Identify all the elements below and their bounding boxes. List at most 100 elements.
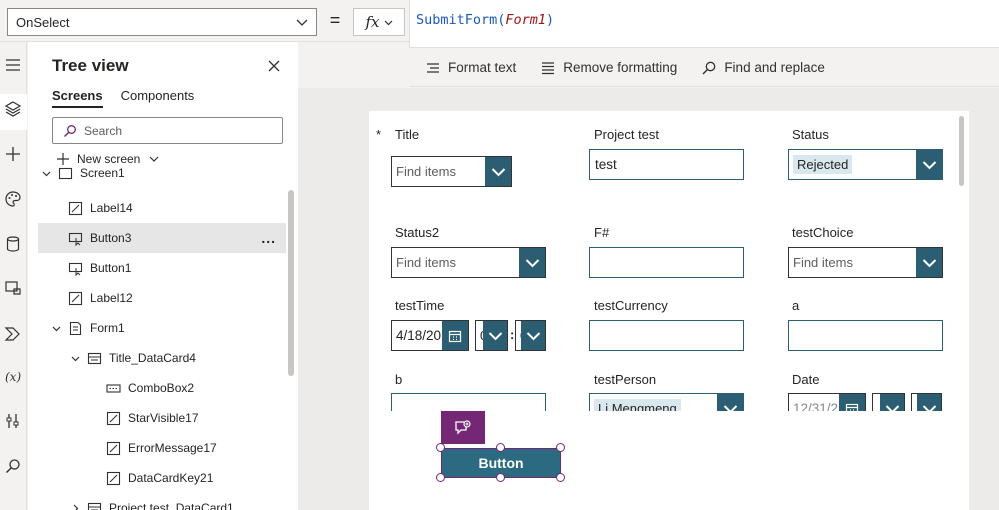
formula-argument: Form1 [505, 12, 547, 28]
calendar-icon [448, 330, 462, 342]
test-time-minute-dropdown[interactable]: 0 [515, 320, 546, 351]
tree-view-panel: Tree view Screens Components Search New … [28, 42, 298, 510]
format-text-icon [427, 62, 439, 73]
status-label: Status [792, 127, 829, 142]
close-icon[interactable] [266, 58, 282, 74]
status-dropdown[interactable]: Rejected [788, 149, 943, 180]
remove-formatting-label: Remove formatting [563, 60, 678, 75]
required-star: * [376, 127, 382, 142]
tree-node-label: Button1 [90, 261, 132, 275]
tools-icon[interactable] [4, 412, 22, 430]
formula-toolbar: Format text Remove formatting Find and r… [409, 49, 999, 87]
media-icon[interactable] [4, 279, 22, 297]
resize-handle-tl[interactable] [436, 443, 445, 452]
fx-icon: fx [365, 13, 380, 31]
panel-title: Tree view [52, 56, 129, 75]
test-choice-placeholder: Find items [793, 255, 853, 270]
status2-combobox[interactable]: Find items [391, 247, 546, 278]
chevron-down-icon [526, 331, 540, 340]
search-icon[interactable] [4, 457, 22, 475]
dropdown-button[interactable] [521, 321, 545, 350]
tree-node-combobox2[interactable]: ComboBox2 [38, 373, 286, 403]
a-input[interactable] [788, 320, 943, 351]
chevron-down-icon [71, 356, 79, 361]
tree-node-label12[interactable]: Label12 [38, 283, 286, 313]
test-time-hour-dropdown[interactable]: 0 [475, 320, 508, 351]
b-label: b [395, 372, 403, 387]
resize-handle-bl[interactable] [436, 473, 445, 482]
tree-node-errormessage17[interactable]: ErrorMessage17 [38, 433, 286, 463]
svg-text:(x): (x) [5, 370, 21, 384]
tree-node-label: Screen1 [80, 166, 125, 180]
canvas-scrollbar[interactable] [959, 116, 964, 186]
tab-components[interactable]: Components [121, 88, 195, 108]
variables-icon[interactable]: (x) [4, 368, 22, 386]
left-rail: (x) [0, 42, 27, 510]
new-screen-label: New screen [77, 152, 141, 166]
layers-icon[interactable] [4, 100, 22, 118]
dropdown-button[interactable] [485, 157, 511, 186]
tree-node-label: Button3 [90, 231, 132, 245]
test-currency-input[interactable] [589, 320, 744, 351]
label-icon [106, 471, 121, 485]
chevron-down-icon [42, 171, 50, 176]
tree-node-button1[interactable]: Button1 [38, 253, 286, 283]
remove-formatting-button[interactable]: Remove formatting [540, 60, 677, 76]
format-text-button[interactable]: Format text [425, 60, 516, 76]
resize-handle-tr[interactable] [556, 443, 565, 452]
new-screen-button[interactable]: New screen [56, 152, 161, 166]
plus-icon[interactable] [4, 145, 22, 163]
property-value: OnSelect [16, 14, 70, 30]
add-comment-button[interactable] [441, 411, 485, 444]
formula-close: ) [546, 12, 555, 28]
power-automate-icon[interactable] [4, 324, 22, 342]
search-icon [702, 61, 716, 74]
f-hash-input[interactable] [589, 247, 744, 278]
tree-node-project-test-datacard1[interactable]: Project test_DataCard1 [38, 493, 286, 510]
fx-button[interactable]: fx [353, 8, 405, 36]
title-placeholder: Find items [396, 164, 456, 179]
format-text-label: Format text [448, 60, 517, 75]
chevron-down-icon [52, 326, 60, 331]
resize-handle-t[interactable] [496, 443, 505, 452]
resize-handle-b[interactable] [496, 473, 505, 482]
dropdown-button[interactable] [916, 150, 942, 179]
tab-screens[interactable]: Screens [52, 88, 103, 108]
title-combobox[interactable]: Find items [391, 156, 512, 187]
tree-node-form1[interactable]: Form1 [38, 313, 286, 343]
database-icon[interactable] [4, 235, 22, 253]
resize-handle-br[interactable] [556, 473, 565, 482]
find-replace-button[interactable]: Find and replace [701, 60, 825, 76]
dropdown-button[interactable] [519, 248, 545, 277]
search-placeholder: Search [84, 123, 123, 138]
tree-node-label: Label14 [90, 201, 133, 215]
hamburger-menu-icon[interactable] [4, 56, 22, 74]
tree-node-label: Project test_DataCard1 [109, 501, 234, 510]
palette-icon[interactable] [4, 190, 22, 208]
remove-formatting-icon [542, 61, 555, 74]
button-icon [68, 232, 83, 246]
tree-node-button3[interactable]: Button3 ... [38, 223, 286, 253]
test-choice-combobox[interactable]: Find items [788, 247, 943, 278]
tree-node-label: Title_DataCard4 [109, 351, 196, 365]
tree-scrollbar[interactable] [288, 190, 294, 376]
formula-input[interactable]: SubmitForm(Form1) [409, 0, 999, 48]
search-input[interactable]: Search [52, 117, 283, 144]
comment-add-icon [455, 419, 471, 435]
formula-function: SubmitForm( [416, 12, 506, 28]
more-options-icon[interactable]: ... [261, 230, 276, 246]
tree-node-datacardkey21[interactable]: DataCardKey21 [38, 463, 286, 493]
tree-node-screen1[interactable]: Screen1 [38, 166, 286, 188]
equals-sign: = [329, 10, 341, 30]
property-dropdown[interactable]: OnSelect [7, 8, 317, 36]
project-test-input[interactable]: test [589, 149, 744, 180]
chevron-right-icon [73, 504, 78, 510]
tree-node-label14[interactable]: Label14 [38, 193, 286, 223]
datacard-icon [87, 502, 102, 510]
calendar-button[interactable] [442, 321, 468, 350]
dropdown-button[interactable] [483, 321, 507, 350]
tree-node-starvisible17[interactable]: StarVisible17 [38, 403, 286, 433]
tree-node-title-datacard4[interactable]: Title_DataCard4 [38, 343, 286, 373]
dropdown-button[interactable] [916, 248, 942, 277]
test-time-date-picker[interactable]: 4/18/20 [391, 320, 469, 351]
